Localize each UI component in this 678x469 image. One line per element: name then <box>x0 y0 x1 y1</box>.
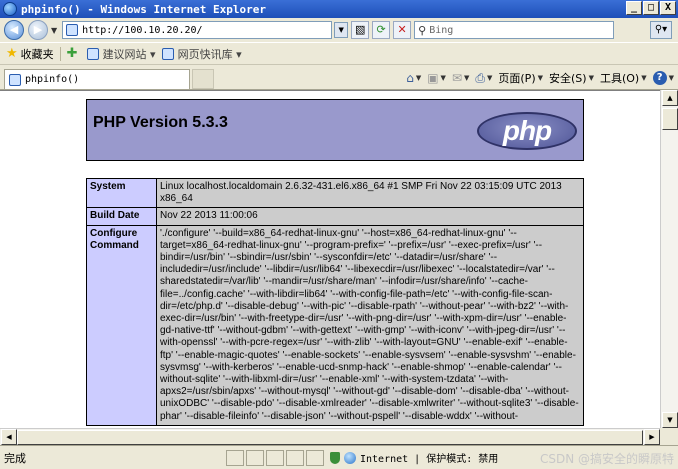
add-favorite-button[interactable]: ✚ <box>67 46 81 61</box>
page-title: PHP Version 5.3.3 <box>93 114 228 131</box>
security-zone[interactable]: Internet | 保护模式: 禁用 <box>330 450 498 465</box>
row-key: Configure Command <box>86 224 157 426</box>
refresh-icon[interactable]: ⟳ <box>372 21 391 39</box>
tools-menu-label: 工具(O) <box>599 72 640 85</box>
back-button[interactable]: ◀ <box>4 20 24 40</box>
row-value: Linux localhost.localdomain 2.6.32-431.e… <box>156 177 584 209</box>
page-icon <box>9 73 21 86</box>
ie-icon <box>3 2 17 16</box>
vertical-scroll-thumb[interactable] <box>662 108 678 130</box>
horizontal-scrollbar[interactable]: ◀ ▶ <box>0 428 660 445</box>
minimize-button[interactable]: _ <box>626 1 642 15</box>
compatibility-icon[interactable]: ▧ <box>351 21 370 39</box>
tab-phpinfo[interactable]: phpinfo() <box>4 69 190 89</box>
php-logo-text: php <box>502 115 552 146</box>
favorites-bar: ★ 收藏夹 ✚ 建议网站 ▾ 网页快讯库 ▾ <box>0 42 678 64</box>
vertical-scrollbar[interactable]: ▲ ▼ <box>660 90 678 428</box>
status-panel <box>226 449 244 466</box>
new-tab-button[interactable] <box>192 69 214 89</box>
window-title: phpinfo() - Windows Internet Explorer <box>21 2 267 16</box>
search-box[interactable]: ⚲ Bing <box>414 21 615 39</box>
globe-icon <box>344 451 356 464</box>
status-bar: 完成 Internet | 保护模式: 禁用 CSDN @搞安全的瞬原特 <box>0 445 678 469</box>
scroll-up-button[interactable]: ▲ <box>662 90 678 106</box>
print-icon: ⎙ <box>475 70 485 85</box>
favorites-button[interactable]: ★ 收藏夹 <box>6 46 54 62</box>
star-icon: ★ <box>6 46 18 61</box>
feeds-button[interactable]: ▣ ▼ <box>427 71 446 85</box>
safety-menu-label: 安全(S) <box>549 72 587 85</box>
separator <box>59 46 61 61</box>
scroll-right-button[interactable]: ▶ <box>644 429 660 445</box>
page-content: PHP Version 5.3.3 php System Linux local… <box>0 90 660 428</box>
page-icon <box>86 47 99 60</box>
web-slice-gallery-label: 网页快讯库 ▾ <box>177 47 242 61</box>
maximize-button[interactable]: □ <box>643 1 659 15</box>
scroll-left-button[interactable]: ◀ <box>1 429 17 445</box>
page-icon <box>161 47 174 60</box>
status-panel <box>286 449 304 466</box>
web-slice-gallery-link[interactable]: 网页快讯库 ▾ <box>161 46 242 62</box>
search-button[interactable]: ⚲▾ <box>650 21 672 39</box>
mail-button[interactable]: ✉ ▼ <box>452 71 469 85</box>
row-key: System <box>86 177 157 209</box>
status-panel <box>266 449 284 466</box>
search-placeholder[interactable]: Bing <box>429 25 453 36</box>
address-bar[interactable]: http://100.10.20.20/ <box>62 21 333 39</box>
search-icon: ⚲ <box>418 23 427 37</box>
page-icon <box>66 24 79 36</box>
php-logo: php <box>477 112 577 150</box>
safety-menu[interactable]: 安全(S) ▼ <box>549 70 594 86</box>
help-icon: ? <box>652 71 667 85</box>
add-favorite-icon: ✚ <box>66 46 78 61</box>
title-bar: phpinfo() - Windows Internet Explorer _ … <box>0 0 678 18</box>
history-dropdown-icon[interactable]: ▼ <box>51 26 57 35</box>
close-button[interactable]: X <box>660 1 676 15</box>
command-bar: ⌂ ▼ ▣ ▼ ✉ ▼ ⎙ ▼ 页面(P) ▼ 安全(S) ▼ 工具(O) ▼ ? ▼ <box>406 70 674 86</box>
window-controls: _ □ X <box>626 1 676 15</box>
status-panel <box>246 449 264 466</box>
table-row: Configure Command './configure' '--build… <box>86 224 584 426</box>
home-icon: ⌂ <box>406 71 414 85</box>
stop-icon[interactable]: ✕ <box>393 21 412 39</box>
scroll-down-button[interactable]: ▼ <box>662 412 678 428</box>
favorites-label: 收藏夹 <box>20 47 54 61</box>
feed-icon: ▣ <box>427 71 439 85</box>
zone-label: Internet | 保护模式: 禁用 <box>360 454 499 465</box>
row-key: Build Date <box>86 207 157 226</box>
suggested-sites-link[interactable]: 建议网站 ▾ <box>86 46 156 62</box>
php-header: PHP Version 5.3.3 php <box>86 99 584 161</box>
navigation-bar: ◀ ▶ ▼ http://100.10.20.20/ ▼ ▧ ⟳ ✕ ⚲ Bin… <box>0 18 678 42</box>
horizontal-scroll-thumb[interactable] <box>17 430 643 445</box>
info-table: System Linux localhost.localdomain 2.6.3… <box>86 177 584 426</box>
mail-icon: ✉ <box>451 71 462 85</box>
row-value: Nov 22 2013 11:00:06 <box>156 207 584 226</box>
tab-bar: phpinfo() ⌂ ▼ ▣ ▼ ✉ ▼ ⎙ ▼ 页面(P) ▼ 安全(S) ▼ 工具(O… <box>0 64 678 90</box>
table-row: System Linux localhost.localdomain 2.6.3… <box>86 177 584 209</box>
forward-button[interactable]: ▶ <box>28 20 48 40</box>
tools-menu[interactable]: 工具(O) ▼ <box>600 70 647 86</box>
address-url[interactable]: http://100.10.20.20/ <box>82 25 202 36</box>
print-button[interactable]: ⎙ ▼ <box>475 71 492 86</box>
row-value: './configure' '--build=x86_64-redhat-lin… <box>156 224 584 426</box>
page-menu-label: 页面(P) <box>498 72 536 85</box>
table-row: Build Date Nov 22 2013 11:00:06 <box>86 207 584 226</box>
status-text: 完成 <box>4 451 26 465</box>
watermark: CSDN @搞安全的瞬原特 <box>539 452 674 466</box>
suggested-sites-label: 建议网站 ▾ <box>102 47 156 61</box>
home-button[interactable]: ⌂ ▼ <box>406 71 421 85</box>
tab-title: phpinfo() <box>25 74 80 85</box>
status-panel <box>306 449 324 466</box>
page-menu[interactable]: 页面(P) ▼ <box>498 70 543 86</box>
shield-icon <box>330 451 340 464</box>
help-button[interactable]: ? ▼ <box>652 71 674 85</box>
address-dropdown-button[interactable]: ▼ <box>334 22 349 38</box>
scrollbar-corner <box>660 428 678 445</box>
